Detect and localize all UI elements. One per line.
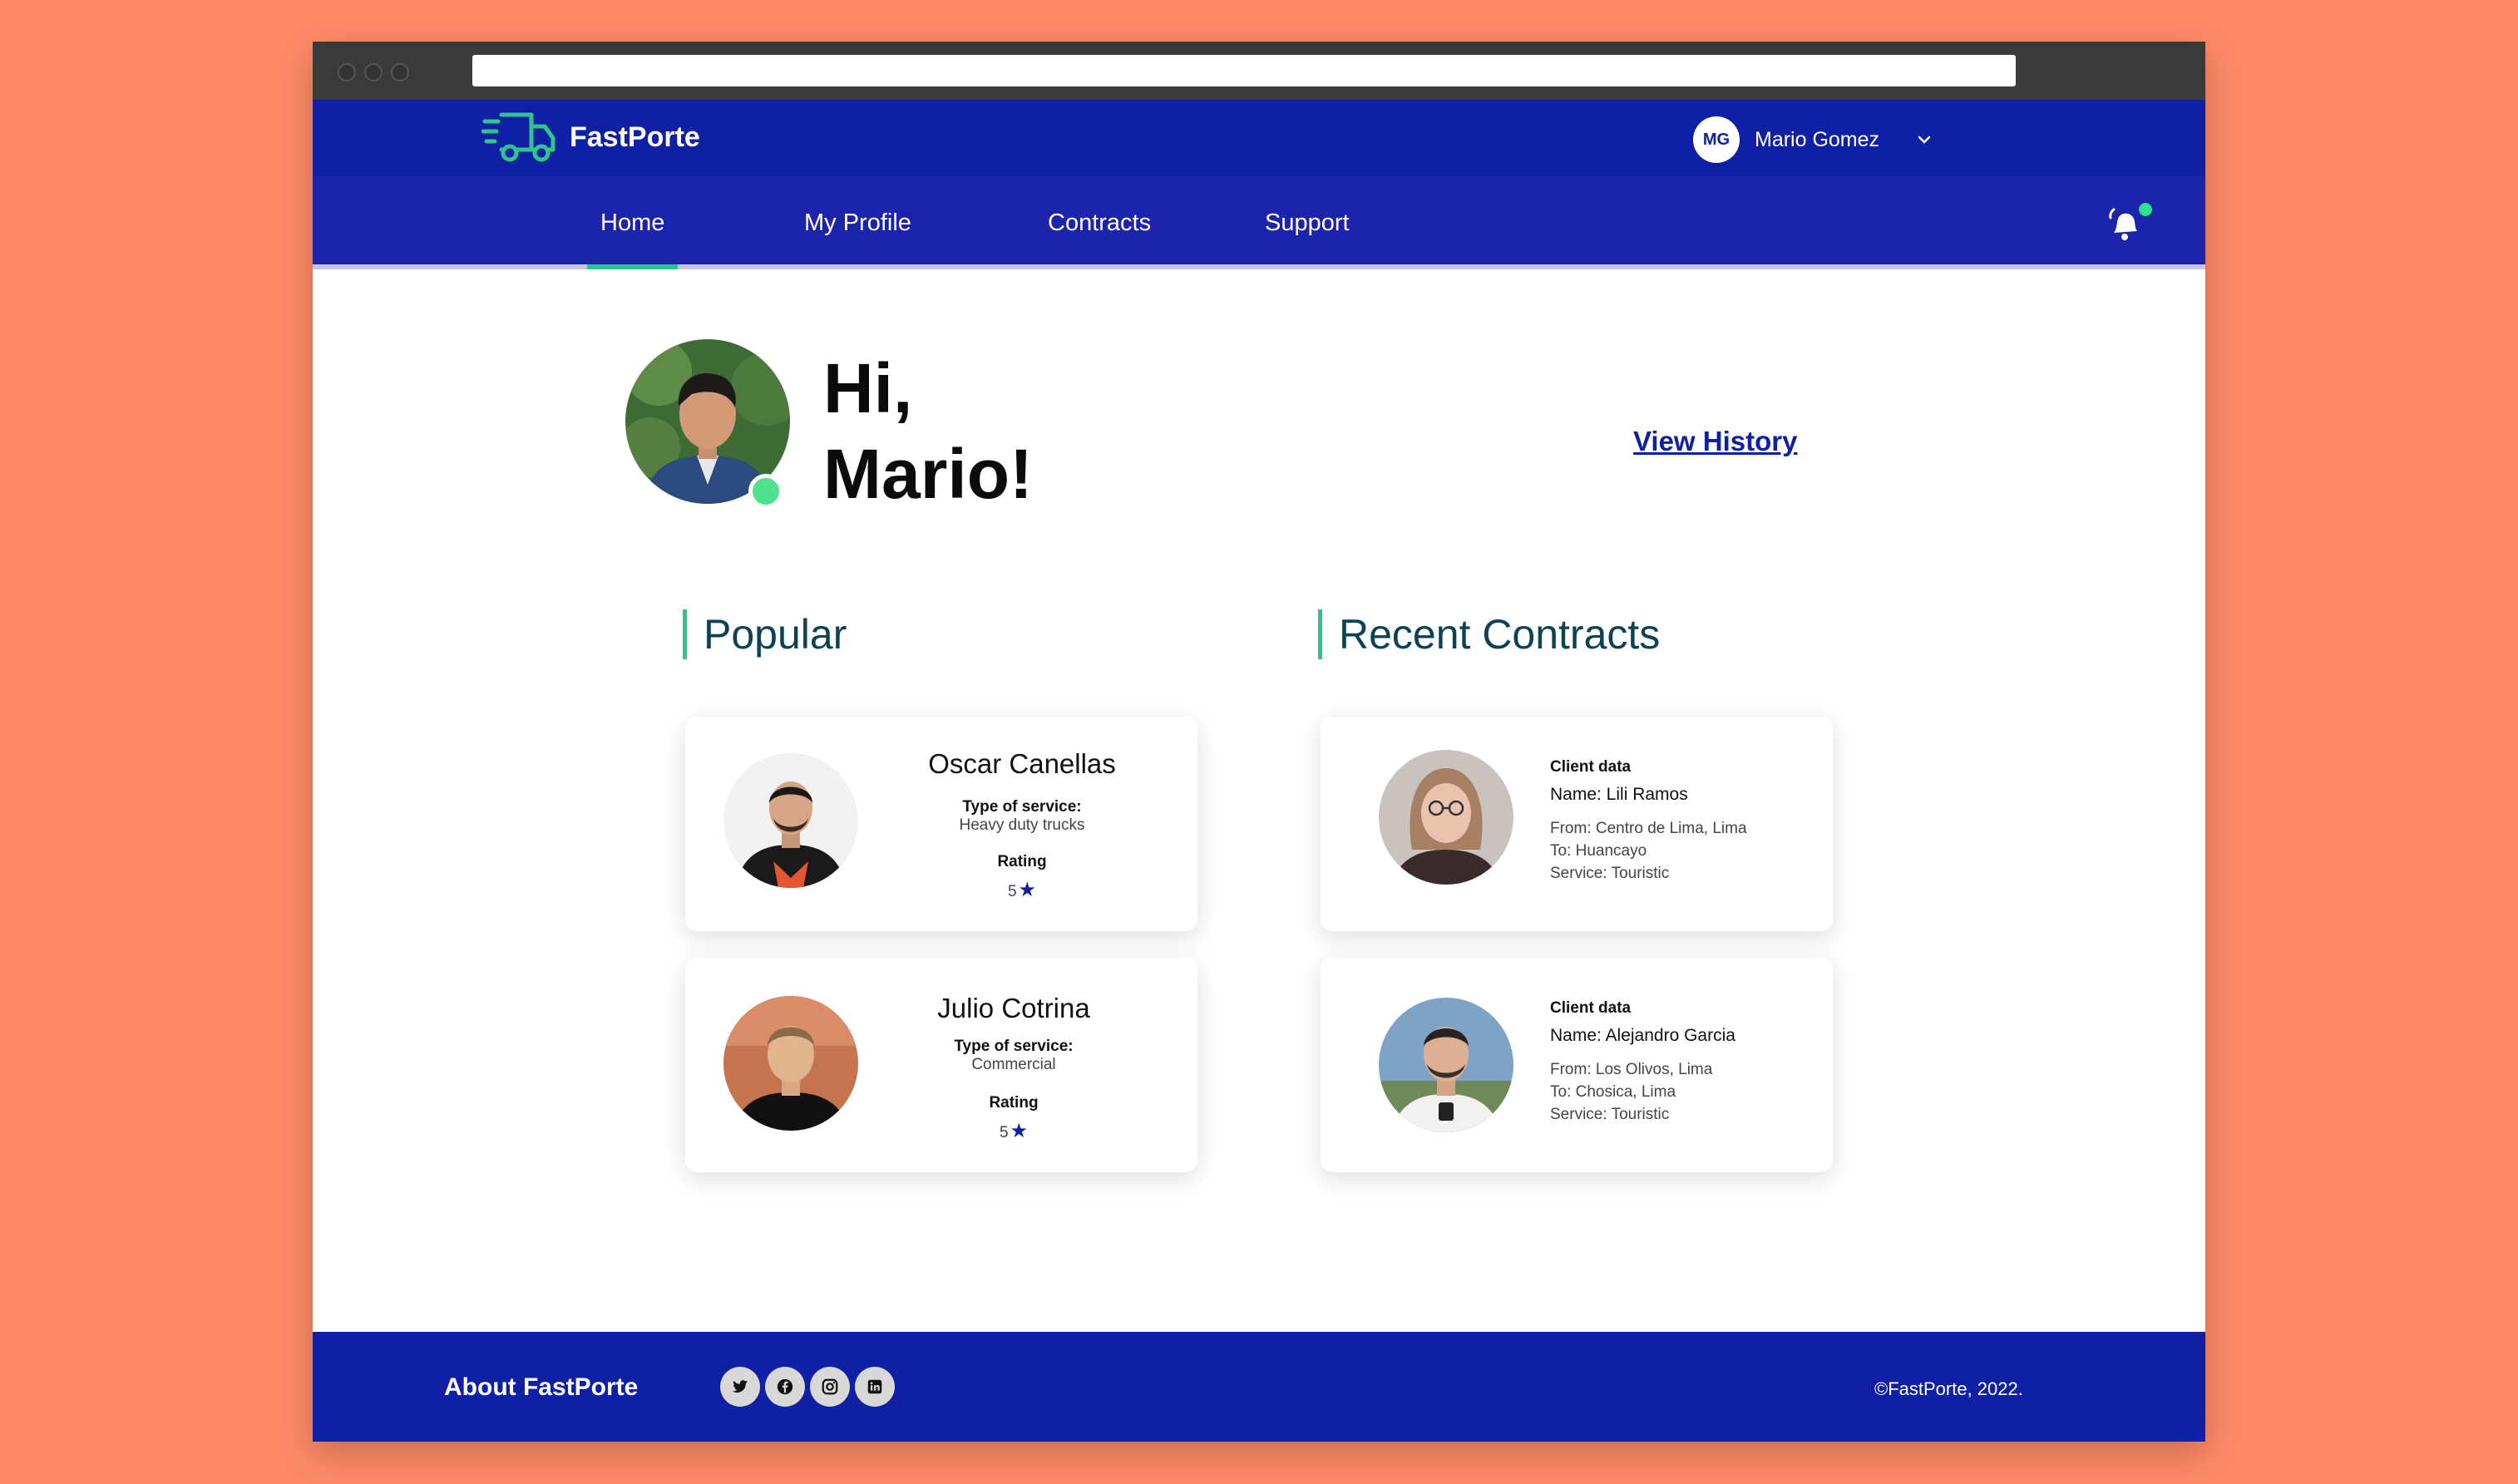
rating-label: Rating [989, 1094, 1039, 1112]
driver-photo [723, 753, 858, 888]
client-data-heading: Client data [1550, 758, 1632, 776]
social-links [720, 1367, 895, 1407]
star-icon: ★ [1018, 879, 1037, 901]
greeting-line-2: Mario! [823, 435, 1033, 513]
tab-support[interactable]: Support [1265, 176, 1350, 269]
copyright: ©FastPorte, 2022. [1874, 1378, 2023, 1399]
linkedin-icon[interactable] [855, 1367, 895, 1407]
service-type-label: Type of service: [962, 798, 1082, 816]
service-type-label: Type of service: [954, 1038, 1074, 1055]
chevron-down-icon[interactable] [1917, 135, 1932, 145]
tab-home[interactable]: Home [586, 176, 679, 269]
star-icon: ★ [1010, 1120, 1029, 1142]
brand-name: FastPorte [570, 121, 700, 153]
client-from: From: Los Olivos, Lima [1550, 1061, 1713, 1078]
online-status-indicator [748, 474, 783, 509]
client-service: Service: Touristic [1550, 1106, 1670, 1123]
popular-card[interactable]: Oscar Canellas Type of service: Heavy du… [685, 717, 1197, 931]
service-type-value: Heavy duty trucks [959, 816, 1085, 834]
driver-name: Oscar Canellas [928, 748, 1116, 779]
greeting-line-1: Hi, [823, 349, 913, 427]
view-history-link[interactable]: View History [1633, 426, 1797, 457]
service-type-value: Commercial [971, 1056, 1056, 1073]
notification-badge [2139, 203, 2152, 216]
window-controls [338, 63, 409, 81]
logo[interactable]: FastPorte [481, 110, 700, 165]
maximize-window-dot[interactable] [391, 63, 409, 81]
address-bar[interactable] [472, 55, 2016, 86]
instagram-icon[interactable] [810, 1367, 850, 1407]
twitter-icon[interactable] [720, 1367, 760, 1407]
driver-photo [723, 996, 858, 1131]
recent-contracts-title: Recent Contracts [1318, 609, 1660, 659]
about-link[interactable]: About FastPorte [444, 1373, 638, 1402]
main-nav: Home My Profile Contracts Support [313, 176, 2205, 269]
user-avatar: MG [1693, 116, 1740, 163]
client-name: Name: Alejandro Garcia [1550, 1026, 1735, 1045]
close-window-dot[interactable] [338, 63, 356, 81]
rating-label: Rating [997, 853, 1047, 870]
client-service: Service: Touristic [1550, 865, 1670, 882]
user-menu[interactable]: MG Mario Gomez [1693, 116, 1932, 163]
minimize-window-dot[interactable] [364, 63, 383, 81]
footer: About FastPorte ©FastPorte, 2022. [313, 1332, 2205, 1442]
popular-card[interactable]: Julio Cotrina Type of service: Commercia… [685, 958, 1197, 1172]
client-photo [1379, 750, 1513, 885]
rating: 5★ [872, 878, 1172, 902]
rating: 5★ [864, 1119, 1163, 1143]
client-photo [1379, 998, 1513, 1132]
truck-logo-icon [481, 112, 555, 162]
tab-contracts[interactable]: Contracts [1048, 176, 1151, 269]
contract-card[interactable]: Client data Name: Lili Ramos From: Centr… [1321, 717, 1833, 931]
client-from: From: Centro de Lima, Lima [1550, 820, 1747, 837]
client-data-heading: Client data [1550, 999, 1632, 1017]
browser-chrome [313, 42, 2205, 100]
facebook-icon[interactable] [765, 1367, 805, 1407]
client-to: To: Huancayo [1550, 842, 1647, 860]
client-to: To: Chosica, Lima [1550, 1083, 1676, 1101]
tab-my-profile[interactable]: My Profile [804, 176, 911, 269]
contract-card[interactable]: Client data Name: Alejandro Garcia From:… [1321, 958, 1833, 1172]
client-name: Name: Lili Ramos [1550, 785, 1688, 804]
rating-value: 5 [999, 1124, 1009, 1141]
user-name: Mario Gomez [1755, 127, 1880, 151]
rating-value: 5 [1007, 883, 1017, 900]
top-bar: FastPorte MG Mario Gomez [313, 100, 2205, 176]
driver-name: Julio Cotrina [937, 993, 1090, 1023]
browser-window: FastPorte MG Mario Gomez Home My Profile… [313, 42, 2205, 1442]
popular-title: Popular [683, 609, 847, 659]
greeting: Hi, Mario! [823, 346, 1033, 517]
